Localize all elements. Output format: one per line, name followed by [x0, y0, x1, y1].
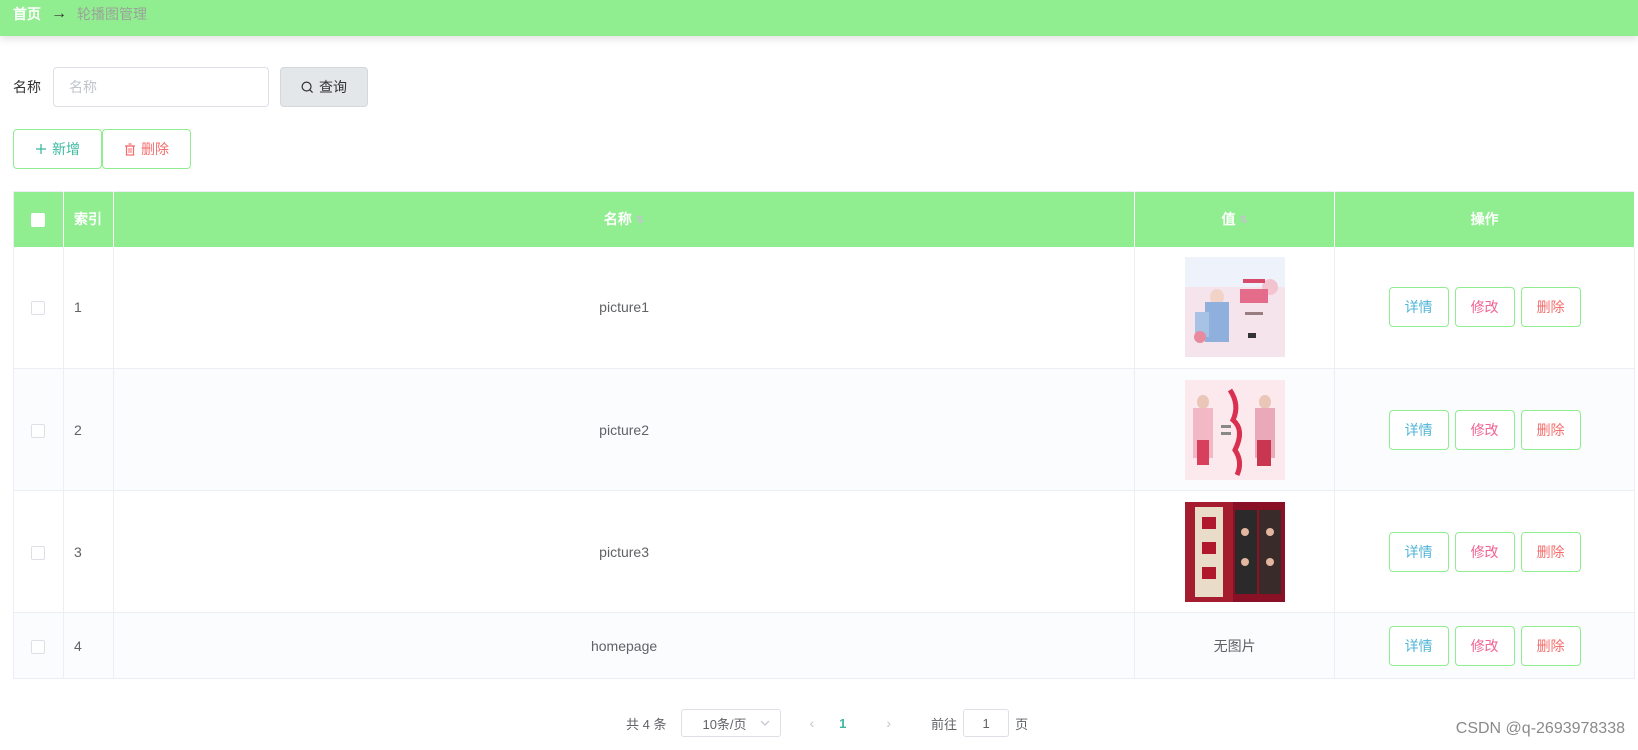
- delete-button[interactable]: 删除: [1520, 287, 1581, 328]
- header-index: 索引: [63, 191, 114, 247]
- poster-image: [1184, 501, 1285, 602]
- row-name: homepage: [113, 612, 1136, 679]
- search-form: 名称 查询: [13, 67, 368, 107]
- row-ops: 详情 修改 删除: [1334, 246, 1635, 369]
- table-row: 1 picture1 详情 修改 删除: [13, 246, 1635, 369]
- row-index: 3: [63, 490, 114, 613]
- action-toolbar: 新增 删除: [13, 129, 191, 169]
- row-checkbox[interactable]: [31, 545, 46, 560]
- table-row: 4 homepage 无图片 详情 修改 删除: [13, 612, 1635, 679]
- row-select-cell[interactable]: [13, 246, 64, 369]
- row-select-cell[interactable]: [13, 612, 64, 679]
- goto-prefix: 前往: [931, 716, 958, 732]
- edit-button[interactable]: 修改: [1454, 531, 1515, 572]
- detail-button[interactable]: 详情: [1388, 625, 1449, 666]
- header-value-label: 值: [1221, 211, 1236, 228]
- carousel-table: 索引 名称 ⇅ 值 ⇅ 操作 1 picture1 详情 修改 删除 2 pic…: [13, 191, 1635, 679]
- row-index: 4: [63, 612, 114, 679]
- page-size-select[interactable]: 10条/页: [681, 709, 782, 737]
- batch-delete-button[interactable]: 删除: [102, 129, 191, 169]
- row-value: [1134, 368, 1336, 491]
- arrow-right-icon: →: [51, 5, 67, 22]
- chevron-down-icon: [761, 720, 770, 726]
- search-input[interactable]: [53, 67, 269, 107]
- pagination-total: 共 4 条: [626, 716, 667, 732]
- detail-button[interactable]: 详情: [1388, 287, 1449, 328]
- row-value: [1134, 490, 1336, 613]
- row-select-cell[interactable]: [13, 490, 64, 613]
- row-value: 无图片: [1134, 612, 1336, 679]
- search-label: 名称: [13, 79, 41, 95]
- edit-button[interactable]: 修改: [1454, 409, 1515, 450]
- row-index: 1: [63, 246, 114, 369]
- row-name: picture3: [113, 490, 1136, 613]
- add-button[interactable]: 新增: [13, 129, 102, 169]
- row-ops: 详情 修改 删除: [1334, 612, 1635, 679]
- breadcrumb-current: 轮播图管理: [77, 6, 147, 22]
- query-button-label: 查询: [319, 79, 347, 95]
- row-checkbox[interactable]: [31, 639, 46, 654]
- header-name[interactable]: 名称 ⇅: [113, 191, 1136, 247]
- row-checkbox[interactable]: [31, 423, 46, 438]
- row-index: 2: [63, 368, 114, 491]
- query-button[interactable]: 查询: [280, 67, 368, 107]
- breadcrumb: 首页 → 轮播图管理: [13, 4, 147, 24]
- edit-button[interactable]: 修改: [1454, 625, 1515, 666]
- page-size-value: 10条/页: [702, 716, 747, 732]
- sort-icon[interactable]: ⇅: [636, 215, 644, 226]
- table-row: 2 picture2 详情 修改 删除: [13, 368, 1635, 491]
- trash-icon: [125, 142, 135, 156]
- row-ops: 详情 修改 删除: [1334, 368, 1635, 491]
- delete-button[interactable]: 删除: [1520, 409, 1581, 450]
- goto-suffix: 页: [1015, 716, 1029, 732]
- delete-button[interactable]: 删除: [1520, 531, 1581, 572]
- top-header-bar: 首页 → 轮播图管理: [0, 0, 1638, 36]
- header-name-label: 名称: [603, 211, 632, 228]
- detail-button[interactable]: 详情: [1388, 531, 1449, 572]
- detail-button[interactable]: 详情: [1388, 409, 1449, 450]
- header-ops: 操作: [1334, 191, 1635, 247]
- page-jumper: 前往 页: [931, 709, 1028, 737]
- add-button-label: 新增: [52, 141, 80, 157]
- pagination: 共 4 条 10条/页 ‹ 1 › 前往 页: [626, 709, 1028, 737]
- table-row: 3 picture3 详情 修改 删除: [13, 490, 1635, 613]
- select-all-checkbox[interactable]: [31, 213, 46, 228]
- watermark: CSDN @q-2693978338: [1455, 720, 1625, 737]
- table-header-row: 索引 名称 ⇅ 值 ⇅ 操作: [13, 191, 1635, 247]
- delete-button[interactable]: 删除: [1520, 625, 1581, 666]
- row-checkbox[interactable]: [31, 301, 46, 316]
- row-value: [1134, 246, 1336, 369]
- page-number-current[interactable]: 1: [839, 716, 846, 731]
- batch-delete-label: 删除: [141, 141, 169, 157]
- row-select-cell[interactable]: [13, 368, 64, 491]
- prev-page-icon[interactable]: ‹: [809, 715, 814, 731]
- header-select-all[interactable]: [13, 191, 64, 247]
- plus-icon: [36, 144, 46, 154]
- next-page-icon[interactable]: ›: [886, 715, 891, 731]
- sort-icon[interactable]: ⇅: [1239, 215, 1247, 226]
- banner-image: [1184, 379, 1285, 480]
- breadcrumb-home[interactable]: 首页: [13, 4, 41, 24]
- row-name: picture2: [113, 368, 1136, 491]
- edit-button[interactable]: 修改: [1454, 287, 1515, 328]
- search-icon: [301, 81, 314, 93]
- row-name: picture1: [113, 246, 1136, 369]
- header-value[interactable]: 值 ⇅: [1134, 191, 1336, 247]
- goto-page-input[interactable]: [963, 709, 1010, 737]
- banner-image: [1184, 257, 1285, 358]
- row-ops: 详情 修改 删除: [1334, 490, 1635, 613]
